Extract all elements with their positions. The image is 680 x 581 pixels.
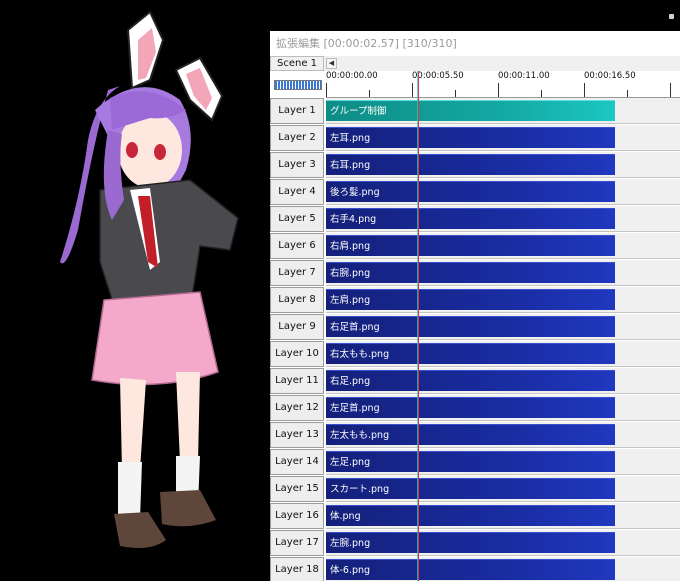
ruler-tick (584, 83, 585, 97)
ruler-time: 00:00:00.00 (326, 71, 378, 81)
ruler-tick (627, 90, 628, 97)
image-clip[interactable]: 右手4.png (326, 208, 615, 229)
image-clip[interactable]: 左耳.png (326, 127, 615, 148)
image-clip[interactable]: 右足首.png (326, 316, 615, 337)
layer-header[interactable]: Layer 9 (270, 314, 324, 340)
ruler-tick (541, 90, 542, 97)
ruler-tick (369, 90, 370, 97)
layer-header[interactable]: Layer 1 (270, 98, 324, 124)
layer-header[interactable]: Layer 17 (270, 530, 324, 556)
layer-header[interactable]: Layer 12 (270, 395, 324, 421)
image-clip[interactable]: 右耳.png (326, 154, 615, 175)
image-clip[interactable]: 体-6.png (326, 559, 615, 580)
layer-header[interactable]: Layer 3 (270, 152, 324, 178)
image-clip[interactable]: 体.png (326, 505, 615, 526)
image-clip[interactable]: 後ろ髪.png (326, 181, 615, 202)
image-clip[interactable]: 右足.png (326, 370, 615, 391)
layer-header[interactable]: Layer 14 (270, 449, 324, 475)
window-title: 拡張編集 [00:00:02.57] [310/310] (270, 31, 680, 56)
image-clip[interactable]: スカート.png (326, 478, 615, 499)
image-clip[interactable]: 左足首.png (326, 397, 615, 418)
layer-header[interactable]: Layer 6 (270, 233, 324, 259)
ruler-tick (670, 83, 671, 97)
layer-header[interactable]: Layer 18 (270, 557, 324, 581)
character-illustration (60, 10, 239, 548)
layer-header[interactable]: Layer 15 (270, 476, 324, 502)
ruler-time: 00:00:16.50 (584, 71, 636, 81)
image-clip[interactable]: 右肩.png (326, 235, 615, 256)
layer-header[interactable]: Layer 7 (270, 260, 324, 286)
layer-header[interactable]: Layer 13 (270, 422, 324, 448)
scroll-left-icon[interactable]: ◀ (326, 58, 337, 69)
corner-marker (669, 14, 674, 19)
canvas-preview (0, 0, 270, 581)
ruler-time: 00:00:05.50 (412, 71, 464, 81)
image-clip[interactable]: 左肩.png (326, 289, 615, 310)
image-clip[interactable]: 左太もも.png (326, 424, 615, 445)
layer-header[interactable]: Layer 16 (270, 503, 324, 529)
ruler-tick (326, 83, 327, 97)
image-clip[interactable]: 右腕.png (326, 262, 615, 283)
layer-header[interactable]: Layer 11 (270, 368, 324, 394)
ruler-tick (455, 90, 456, 97)
layer-header[interactable]: Layer 8 (270, 287, 324, 313)
zoom-slider[interactable] (274, 80, 322, 90)
layer-header[interactable]: Layer 2 (270, 125, 324, 151)
ruler-tick (498, 83, 499, 97)
timeline-toolbar: Scene 1 ◀ (270, 56, 680, 71)
ruler-tick (412, 83, 413, 97)
ruler-time: 00:00:11.00 (498, 71, 550, 81)
layer-header[interactable]: Layer 5 (270, 206, 324, 232)
image-clip[interactable]: 左足.png (326, 451, 615, 472)
layer-header[interactable]: Layer 4 (270, 179, 324, 205)
playhead-cursor[interactable] (418, 71, 419, 581)
scene-tab[interactable]: Scene 1 (270, 56, 324, 71)
image-clip[interactable]: 左腕.png (326, 532, 615, 553)
group-control-clip[interactable]: グループ制御 (326, 100, 615, 121)
extended-edit-window[interactable]: 拡張編集 [00:00:02.57] [310/310] Scene 1 ◀ 0… (270, 31, 680, 581)
layer-header[interactable]: Layer 10 (270, 341, 324, 367)
image-clip[interactable]: 右太もも.png (326, 343, 615, 364)
time-ruler[interactable]: 00:00:00.00 00:00:05.50 00:00:11.00 00:0… (326, 71, 680, 98)
